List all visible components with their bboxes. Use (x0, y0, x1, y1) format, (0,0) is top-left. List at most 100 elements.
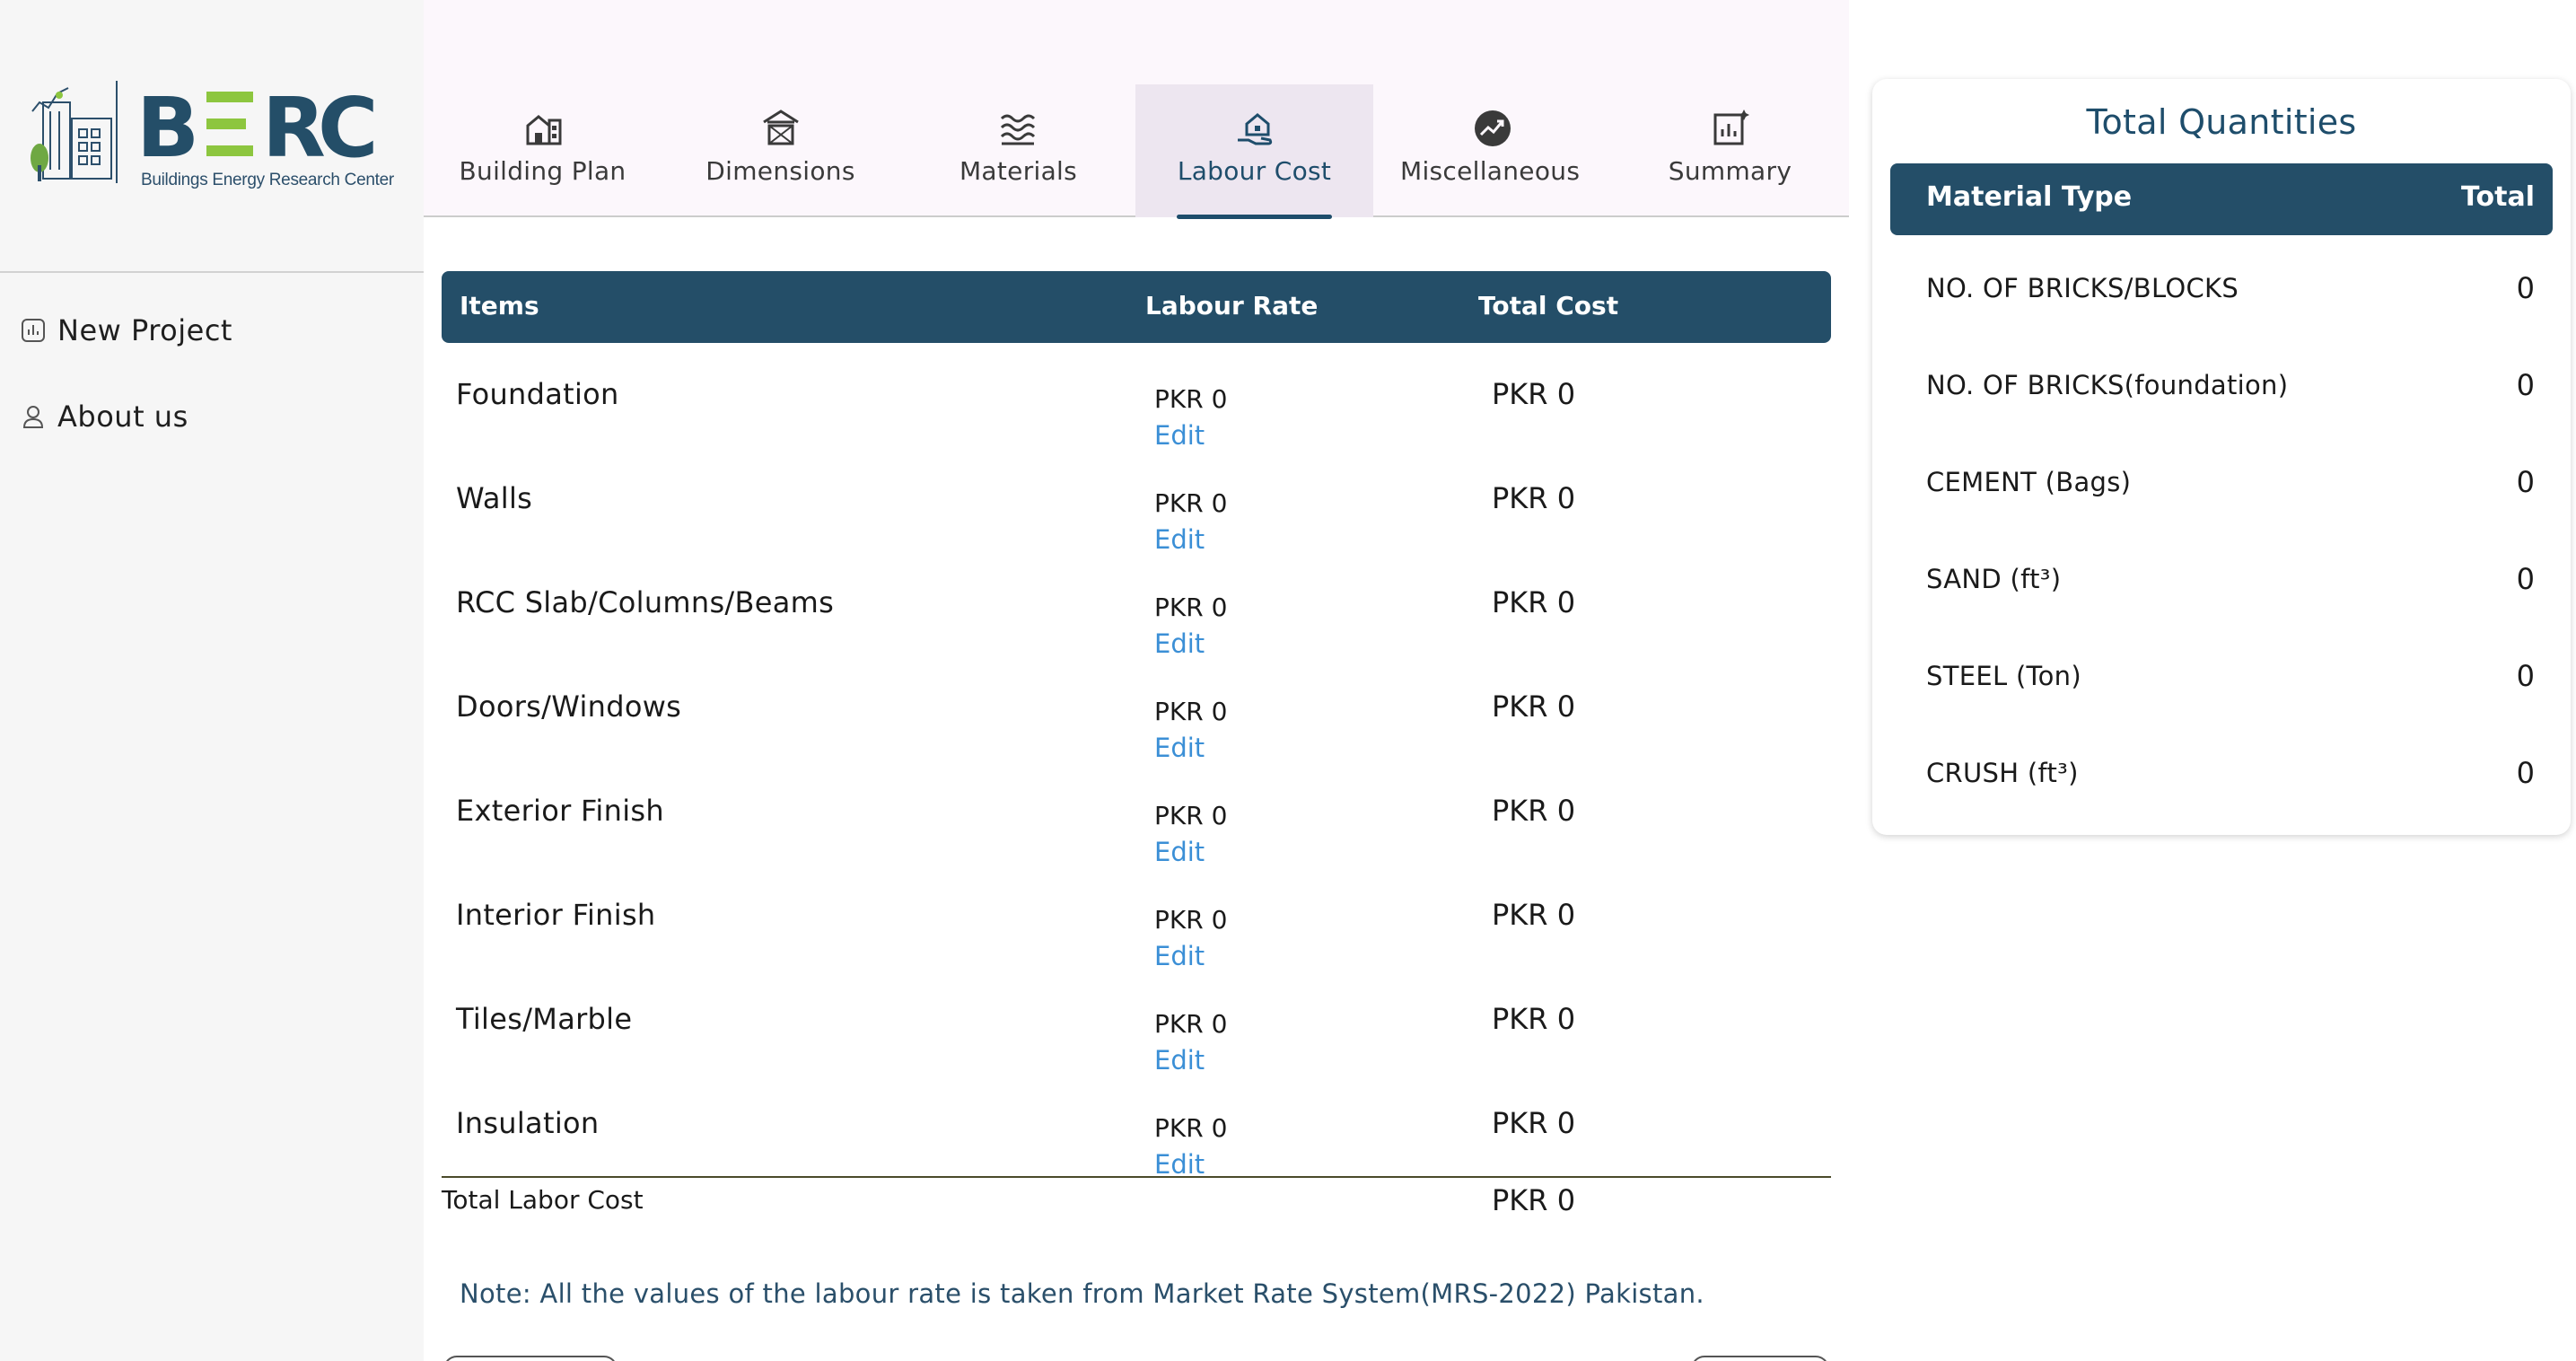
total-quantities-title: Total Quantities (2086, 102, 2357, 142)
logo-e-mark (206, 92, 253, 156)
material-total: 0 (2516, 271, 2535, 305)
labour-rate-value: PKR 0 (1154, 697, 1228, 726)
table-row: Walls PKR 0 Edit PKR 0 (442, 461, 1831, 566)
svg-text:R: R (262, 80, 326, 176)
waves-icon (1000, 114, 1035, 145)
material-name: CEMENT (Bags) (1926, 467, 2132, 497)
tab-materials[interactable]: Materials (899, 84, 1137, 217)
labour-item-name: Foundation (456, 377, 619, 411)
tab-label: Summary (1668, 156, 1792, 186)
sidebar-item-new-project[interactable]: New Project (20, 309, 232, 352)
material-name: NO. OF BRICKS(foundation) (1926, 370, 2289, 400)
sidebar-item-about-us[interactable]: About us (20, 395, 188, 438)
table-row: Interior Finish PKR 0 Edit PKR 0 (442, 878, 1831, 982)
labour-item-name: Walls (456, 481, 533, 515)
list-item: SAND (ft³) 0 (1890, 531, 2553, 628)
hand-house-icon (1237, 113, 1272, 145)
edit-rate-link[interactable]: Edit (1154, 524, 1205, 555)
labour-item-name: Tiles/Marble (456, 1002, 633, 1036)
total-labor-cost-value: PKR 0 (1492, 1183, 1576, 1217)
labour-total-cost: PKR 0 (1492, 1106, 1576, 1140)
total-divider (442, 1176, 1831, 1178)
logo-subtitle: Buildings Energy Research Center (141, 171, 394, 189)
labour-item-name: Doors/Windows (456, 689, 682, 724)
labour-total-cost: PKR 0 (1492, 689, 1576, 724)
list-item: CRUSH (ft³) 0 (1890, 725, 2553, 822)
labour-rate-value: PKR 0 (1154, 384, 1228, 414)
edit-rate-link[interactable]: Edit (1154, 941, 1205, 971)
next-button[interactable] (1691, 1356, 1829, 1361)
labour-rate-note: Note: All the values of the labour rate … (460, 1278, 1704, 1309)
table-row: RCC Slab/Columns/Beams PKR 0 Edit PKR 0 (442, 566, 1831, 670)
labour-total-cost: PKR 0 (1492, 1002, 1576, 1036)
material-total: 0 (2516, 465, 2535, 499)
labour-item-name: Interior Finish (456, 898, 656, 932)
material-total: 0 (2516, 368, 2535, 402)
svg-text:C: C (318, 80, 379, 176)
material-total: 0 (2516, 562, 2535, 596)
list-item: NO. OF BRICKS(foundation) 0 (1890, 338, 2553, 435)
tab-labour-cost[interactable]: Labour Cost (1135, 84, 1373, 219)
trend-icon (1474, 110, 1511, 146)
building-icon (526, 115, 561, 145)
report-icon (1713, 110, 1749, 145)
labour-rate-value: PKR 0 (1154, 488, 1228, 518)
list-item: STEEL (Ton) 0 (1890, 628, 2553, 725)
labour-total-cost: PKR 0 (1492, 481, 1576, 515)
material-name: SAND (ft³) (1926, 564, 2062, 594)
active-tab-indicator (1177, 215, 1332, 219)
table-row: Insulation PKR 0 Edit PKR 0 (442, 1086, 1831, 1190)
labour-item-name: Exterior Finish (456, 794, 664, 828)
labour-total-cost: PKR 0 (1492, 898, 1576, 932)
tab-label: Building Plan (459, 156, 626, 186)
labour-total-cost: PKR 0 (1492, 377, 1576, 411)
header-material-type: Material Type (1926, 181, 2133, 213)
sidebar-divider (0, 271, 424, 273)
edit-rate-link[interactable]: Edit (1154, 1045, 1205, 1076)
total-quantities-card: Total Quantities Material Type Total NO.… (1872, 79, 2571, 835)
header-total: Total (2461, 181, 2535, 213)
labour-rate-value: PKR 0 (1154, 905, 1228, 935)
labour-item-name: Insulation (456, 1106, 600, 1140)
list-item: CEMENT (Bags) 0 (1890, 435, 2553, 531)
tab-building-plan[interactable]: Building Plan (424, 84, 662, 217)
edit-rate-link[interactable]: Edit (1154, 628, 1205, 659)
header-items: Items (460, 291, 539, 320)
house-icon (762, 110, 799, 145)
edit-rate-link[interactable]: Edit (1154, 420, 1205, 451)
labour-rate-value: PKR 0 (1154, 801, 1228, 830)
material-name: CRUSH (ft³) (1926, 758, 2079, 788)
tab-dimensions[interactable]: Dimensions (662, 84, 899, 217)
labour-total-cost: PKR 0 (1492, 585, 1576, 619)
labour-rate-value: PKR 0 (1154, 1009, 1228, 1039)
tab-label: Dimensions (705, 156, 855, 186)
header-total-cost: Total Cost (1478, 291, 1619, 320)
back-button[interactable] (443, 1356, 618, 1361)
labour-table-header: Items Labour Rate Total Cost (442, 271, 1831, 343)
labour-rate-value: PKR 0 (1154, 593, 1228, 622)
tab-label: Materials (959, 156, 1078, 186)
header-labour-rate: Labour Rate (1145, 291, 1319, 320)
sidebar: B R C Buildings Energy Research Center N… (0, 0, 424, 1361)
tab-summary[interactable]: Summary (1611, 84, 1849, 217)
material-total: 0 (2516, 756, 2535, 790)
labour-total-cost: PKR 0 (1492, 794, 1576, 828)
sidebar-item-label: New Project (57, 313, 232, 347)
material-name: NO. OF BRICKS/BLOCKS (1926, 273, 2239, 303)
material-total: 0 (2516, 659, 2535, 693)
edit-rate-link[interactable]: Edit (1154, 733, 1205, 763)
table-row: Tiles/Marble PKR 0 Edit PKR 0 (442, 982, 1831, 1086)
sidebar-item-label: About us (57, 400, 188, 434)
edit-rate-link[interactable]: Edit (1154, 837, 1205, 867)
chart-icon (22, 319, 45, 342)
labour-rate-value: PKR 0 (1154, 1113, 1228, 1143)
tab-label: Labour Cost (1177, 156, 1332, 186)
table-row: Exterior Finish PKR 0 Edit PKR 0 (442, 774, 1831, 878)
edit-rate-link[interactable]: Edit (1154, 1149, 1205, 1180)
material-name: STEEL (Ton) (1926, 661, 2081, 691)
tab-miscellaneous[interactable]: Miscellaneous (1373, 84, 1611, 217)
tab-label: Miscellaneous (1400, 156, 1581, 186)
list-item: NO. OF BRICKS/BLOCKS 0 (1890, 241, 2553, 338)
user-icon (22, 406, 44, 428)
logo-wordmark: B (136, 80, 199, 176)
